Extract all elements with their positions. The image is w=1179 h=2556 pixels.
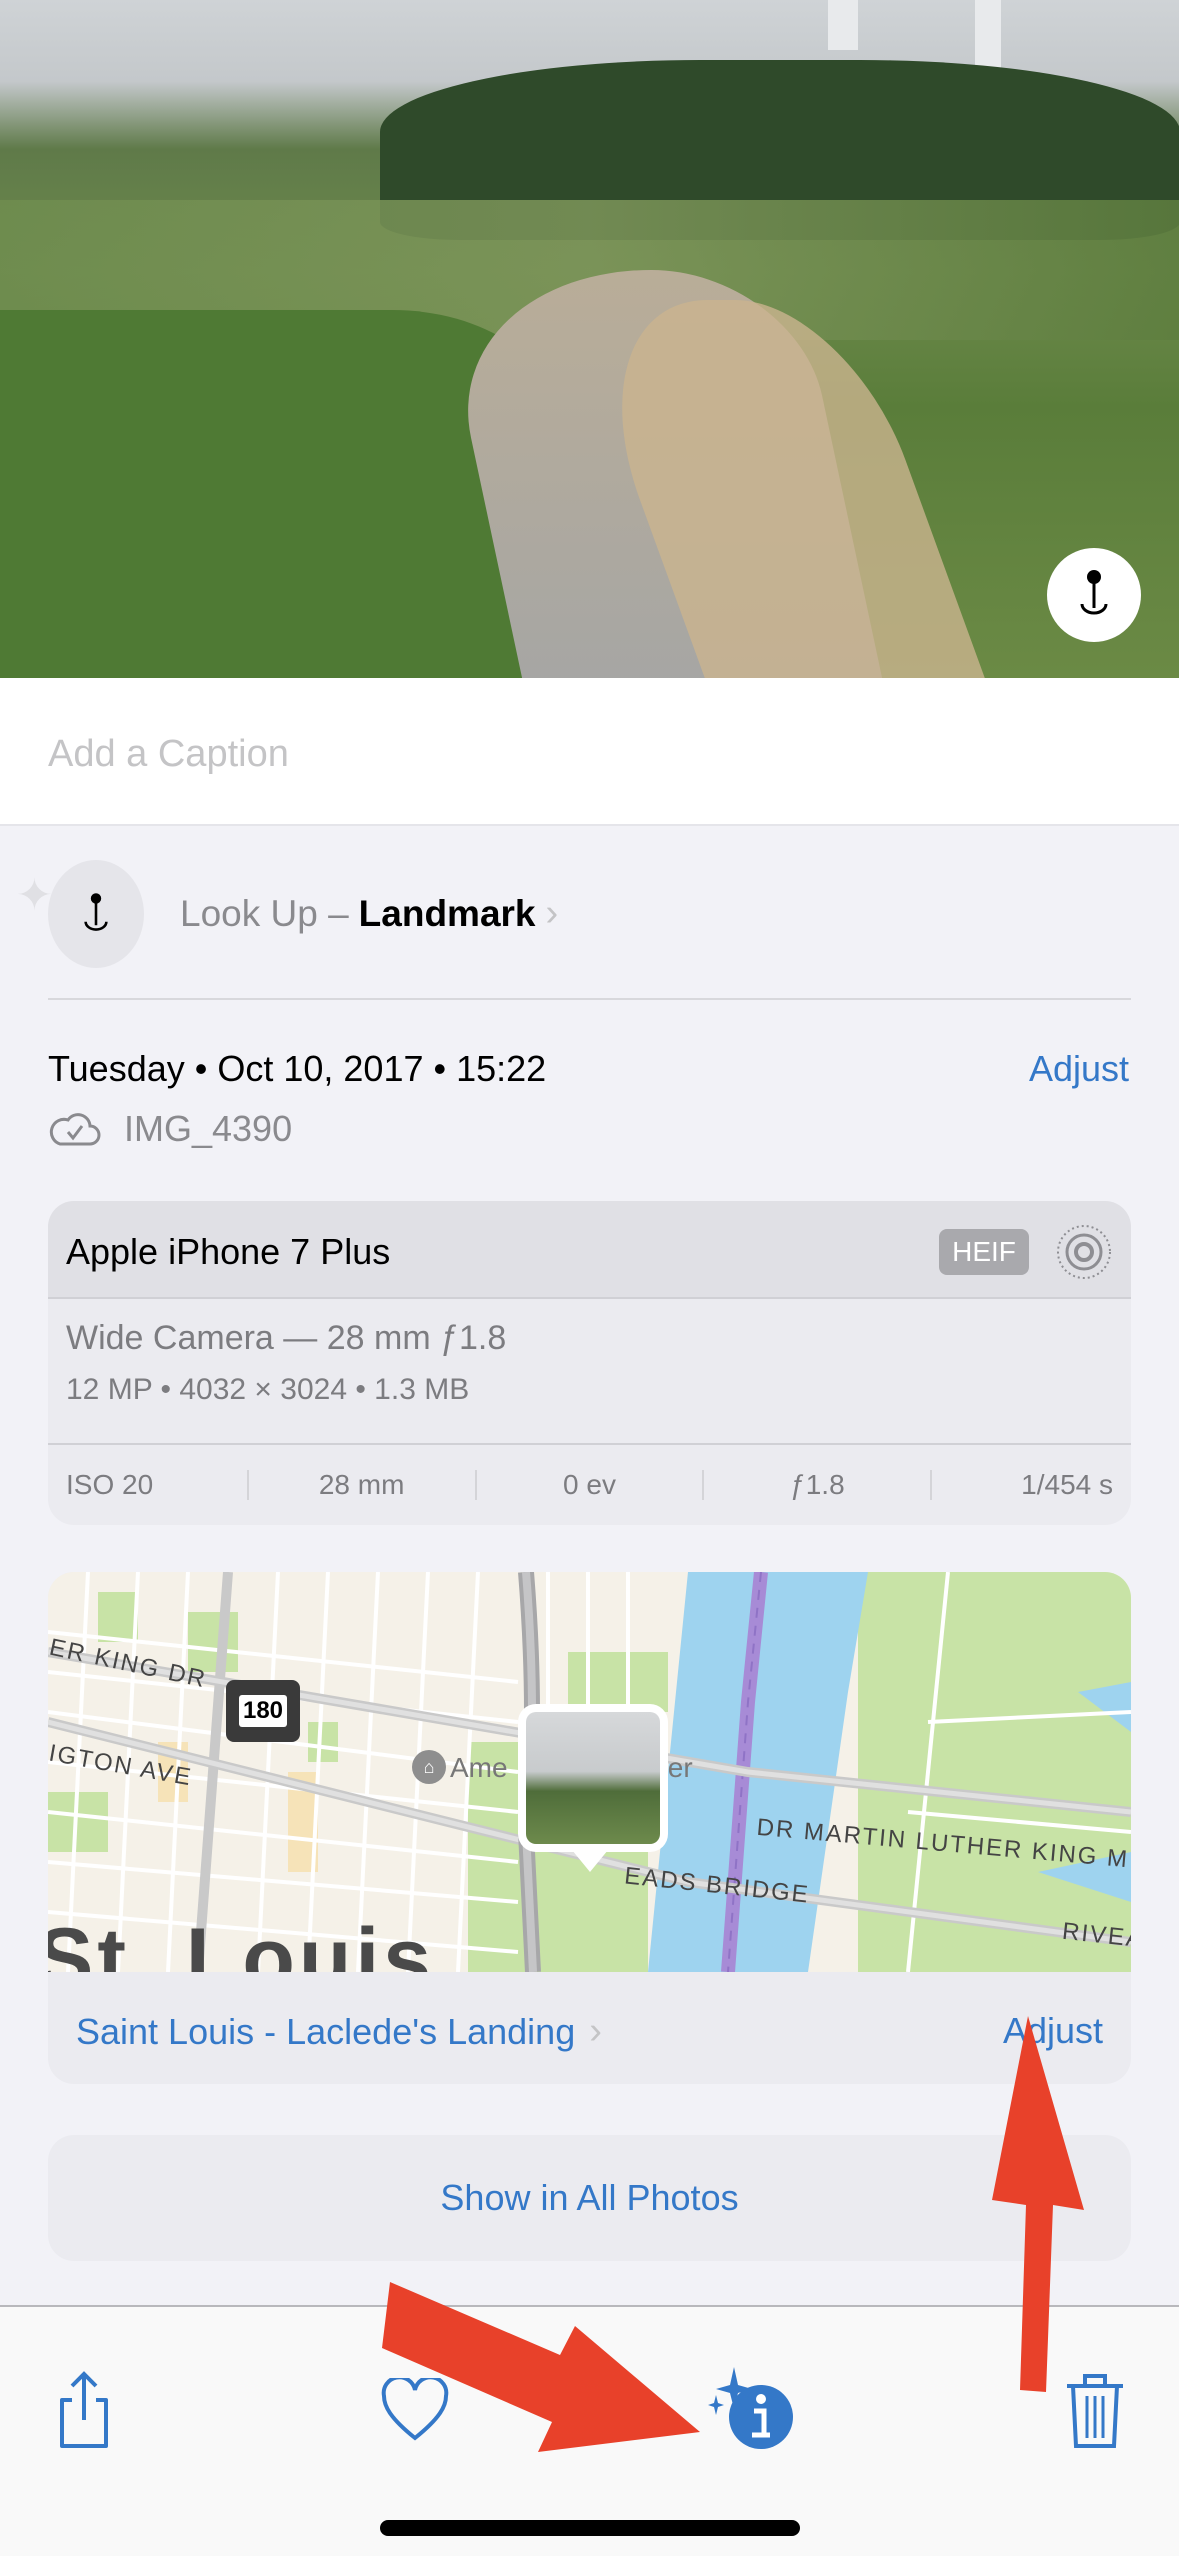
pin-pointer — [572, 1850, 608, 1872]
museum-poi-icon[interactable]: ⌂ — [412, 1750, 446, 1784]
exif-exposure: 0 ev — [477, 1470, 705, 1500]
file-name-row: IMG_4390 — [48, 1108, 292, 1150]
delete-button[interactable] — [1055, 2365, 1135, 2455]
camera-model: Apple iPhone 7 Plus — [66, 1231, 391, 1272]
landmark-lookup-icon — [1080, 570, 1108, 615]
look-up-prefix: Look Up – — [180, 892, 349, 934]
location-name-link[interactable]: Saint Louis - Laclede's Landing › — [76, 2010, 602, 2053]
adjust-date-button[interactable]: Adjust — [1029, 1048, 1129, 1090]
lens-info: Wide Camera — 28 mm ƒ1.8 — [66, 1319, 507, 1357]
map-label-museum: Ame — [450, 1752, 508, 1783]
map-label-city: St. Louis — [48, 1911, 436, 1972]
chevron-right-icon: › — [589, 2010, 602, 2052]
share-icon — [60, 2371, 108, 2448]
image-specs: 12 MP • 4032 × 3024 • 1.3 MB — [66, 1373, 470, 1406]
visual-lookup-button[interactable] — [1047, 548, 1141, 642]
map-view[interactable]: ER KING DR IGTON AVE 180 ⌂ Ame ter DR MA… — [48, 1572, 1131, 1972]
photo-location-pin[interactable] — [518, 1704, 668, 1852]
location-card: ER KING DR IGTON AVE 180 ⌂ Ame ter DR MA… — [48, 1572, 1131, 2084]
show-in-all-photos-button[interactable]: Show in All Photos — [48, 2135, 1131, 2261]
caption-input[interactable] — [48, 726, 1128, 782]
arch-leg — [828, 0, 858, 50]
highway-number: 180 — [238, 1695, 288, 1727]
exif-focal-length: 28 mm — [249, 1470, 477, 1500]
landmark-pin-icon — [84, 893, 108, 931]
location-row: Saint Louis - Laclede's Landing › Adjust — [48, 1972, 1131, 2084]
exif-shutter: 1/454 s — [1021, 1469, 1114, 1500]
caption-section — [0, 678, 1179, 826]
landmark-icon-circle — [48, 860, 144, 968]
heart-icon — [381, 2378, 449, 2441]
home-indicator — [380, 2520, 800, 2536]
info-sparkle-icon — [708, 2367, 793, 2449]
look-up-landmark-row[interactable]: ✦ Look Up – Landmark › — [0, 840, 1179, 990]
look-up-label: Look Up – Landmark › — [180, 892, 558, 935]
exif-row: ISO 20 28 mm 0 ev ƒ1.8 1/454 s — [48, 1443, 1131, 1525]
live-photo-icon[interactable] — [1055, 1223, 1113, 1281]
share-button[interactable] — [44, 2365, 124, 2455]
look-up-category: Landmark — [358, 892, 536, 934]
bottom-toolbar — [0, 2305, 1179, 2556]
pin-thumbnail — [526, 1712, 660, 1844]
camera-header: Apple iPhone 7 Plus HEIF — [48, 1201, 1131, 1299]
camera-info-card: Apple iPhone 7 Plus HEIF Wide Camera — 2… — [48, 1201, 1131, 1525]
format-badge: HEIF — [939, 1229, 1029, 1275]
adjust-location-button[interactable]: Adjust — [1003, 2010, 1103, 2052]
chevron-right-icon: › — [545, 892, 559, 934]
exif-aperture: ƒ1.8 — [704, 1470, 933, 1500]
photo-date: Tuesday • Oct 10, 2017 • 15:22 — [48, 1048, 547, 1089]
photo-viewer[interactable] — [0, 0, 1179, 678]
highway-shield: 180 — [226, 1680, 300, 1742]
file-name: IMG_4390 — [124, 1108, 293, 1149]
divider — [48, 998, 1131, 1000]
info-button[interactable] — [706, 2365, 798, 2455]
exif-iso: ISO 20 — [48, 1470, 249, 1500]
location-name: Saint Louis - Laclede's Landing — [76, 2010, 576, 2052]
icloud-check-icon — [49, 1113, 101, 1146]
trash-icon — [1067, 2374, 1123, 2448]
favorite-button[interactable] — [375, 2365, 455, 2455]
